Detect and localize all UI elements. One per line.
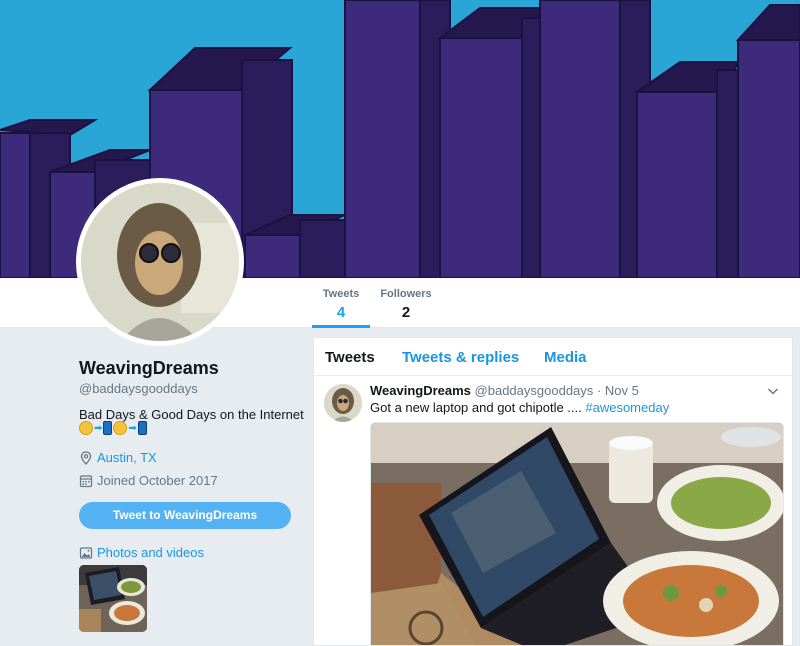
followers-stat[interactable]: Followers 2 bbox=[378, 288, 434, 321]
profile-display-name[interactable]: WeavingDreams bbox=[79, 358, 219, 379]
tweets-stat[interactable]: Tweets 4 bbox=[312, 288, 370, 328]
tweet-text: Got a new laptop and got chipotle .... #… bbox=[370, 400, 669, 415]
tab-media[interactable]: Media bbox=[544, 349, 587, 366]
timeline-tabs: Tweets Tweets & replies Media bbox=[314, 338, 792, 376]
profile-joined: Joined October 2017 bbox=[79, 473, 218, 488]
frown-emoji-icon bbox=[113, 421, 128, 435]
photos-videos-label: Photos and videos bbox=[97, 545, 204, 560]
tweet-avatar[interactable] bbox=[324, 384, 362, 422]
tweet-photo-image bbox=[371, 423, 783, 645]
profile-bio: Bad Days & Good Days on the Internet bbox=[79, 407, 304, 422]
tweet-date[interactable]: Nov 5 bbox=[605, 383, 639, 398]
tweet-to-button[interactable]: Tweet to WeavingDreams bbox=[79, 502, 291, 529]
calendar-icon bbox=[79, 474, 93, 487]
tweet-photo[interactable] bbox=[370, 422, 784, 645]
phone-emoji-icon bbox=[103, 421, 113, 435]
photos-videos-link[interactable]: Photos and videos bbox=[79, 545, 204, 560]
tweet-author-name[interactable]: WeavingDreams bbox=[370, 383, 471, 398]
tweet-header: WeavingDreams @baddaysgooddays · Nov 5 bbox=[370, 383, 639, 398]
tweets-stat-count: 4 bbox=[336, 304, 346, 321]
followers-stat-label: Followers bbox=[380, 288, 432, 300]
tweets-stat-label: Tweets bbox=[322, 288, 360, 300]
smiley-emoji-icon bbox=[79, 421, 93, 435]
avatar-portrait-image bbox=[81, 183, 239, 341]
timeline: Tweets Tweets & replies Media WeavingDre… bbox=[313, 337, 793, 646]
tweet-separator: · bbox=[593, 383, 605, 398]
location-pin-icon bbox=[80, 450, 92, 465]
media-thumbnail-image bbox=[79, 565, 147, 632]
profile-avatar[interactable] bbox=[76, 178, 244, 346]
tab-tweets[interactable]: Tweets bbox=[325, 349, 375, 366]
profile-location: Austin, TX bbox=[79, 450, 157, 465]
phone-emoji-icon bbox=[137, 421, 147, 435]
tweet-author-handle[interactable]: @baddaysgooddays bbox=[475, 383, 594, 398]
location-link[interactable]: Austin, TX bbox=[97, 450, 157, 465]
chevron-down-icon[interactable] bbox=[766, 384, 780, 398]
tweet-hashtag[interactable]: #awesomeday bbox=[585, 400, 669, 415]
photo-icon bbox=[79, 546, 93, 559]
profile-handle[interactable]: @baddaysgooddays bbox=[79, 381, 198, 396]
media-thumbnail[interactable] bbox=[79, 565, 147, 632]
tweet-item[interactable]: WeavingDreams @baddaysgooddays · Nov 5 G… bbox=[314, 376, 792, 645]
arrow-emoji-icon: ➡ bbox=[128, 422, 137, 434]
followers-stat-count: 2 bbox=[401, 304, 411, 321]
tweet-avatar-image bbox=[324, 384, 362, 422]
bio-emoji-row: ➡ ➡ bbox=[79, 421, 147, 435]
joined-date: Joined October 2017 bbox=[97, 473, 218, 488]
arrow-emoji-icon: ➡ bbox=[94, 422, 103, 434]
tab-tweets-replies[interactable]: Tweets & replies bbox=[402, 349, 519, 366]
tweet-body: Got a new laptop and got chipotle .... bbox=[370, 400, 586, 415]
